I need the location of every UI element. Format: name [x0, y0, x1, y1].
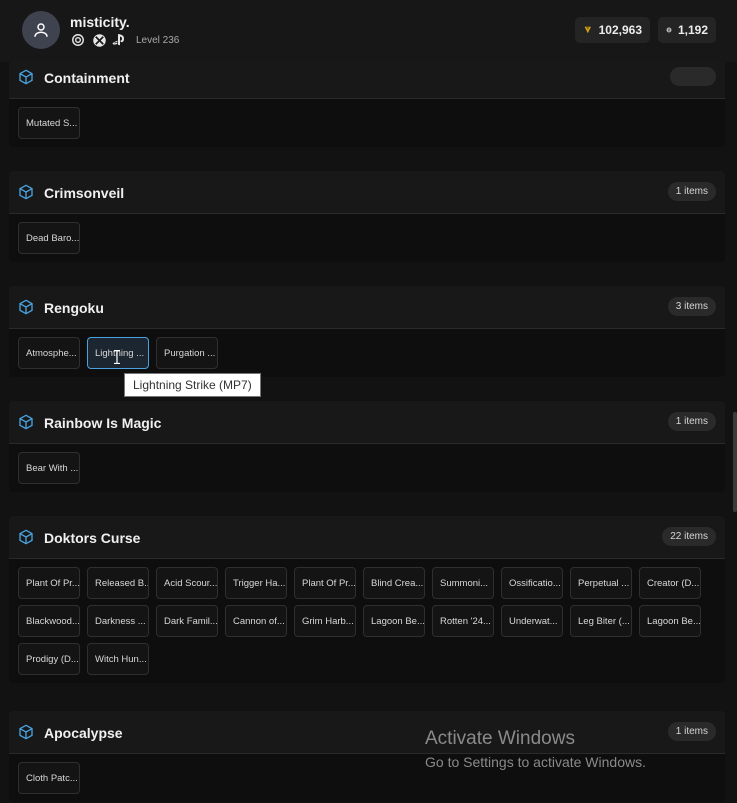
item-chip[interactable]: Summoni...: [432, 567, 494, 599]
item-count-badge: 1 items: [667, 412, 716, 431]
item-chip[interactable]: Dead Baro...: [18, 222, 80, 254]
item-chip[interactable]: Creator (D...: [639, 567, 701, 599]
item-count-badge: 3 items: [667, 297, 716, 316]
item-tooltip: Lightning Strike (MP7): [124, 373, 261, 397]
item-chip[interactable]: Mutated S...: [18, 107, 80, 139]
item-chip[interactable]: Rotten '24...: [432, 605, 494, 637]
section-title: Doktors Curse: [44, 530, 141, 546]
item-chip[interactable]: Bear With ...: [18, 452, 80, 484]
avatar[interactable]: [22, 11, 60, 49]
cube-icon: [19, 529, 33, 545]
section-title: Containment: [44, 70, 130, 86]
item-list: Dead Baro...: [9, 214, 725, 262]
item-chip[interactable]: Acid Scour...: [156, 567, 218, 599]
item-chip[interactable]: Lagoon Be...: [639, 605, 701, 637]
cube-icon: [19, 69, 33, 85]
item-chip[interactable]: Plant Of Pr...: [294, 567, 356, 599]
item-count-badge: [670, 67, 716, 86]
section-header[interactable]: Rengoku 3 items: [9, 286, 725, 329]
collection-section: Containment Mutated S...: [9, 56, 725, 147]
scrollbar[interactable]: [733, 412, 737, 512]
item-chip[interactable]: Underwat...: [501, 605, 563, 637]
currency-renown[interactable]: 102,963: [575, 17, 650, 43]
item-count-badge: 22 items: [662, 527, 716, 546]
collection-section: Rainbow Is Magic 1 items Bear With ...: [9, 401, 725, 492]
player-level: Level 236: [136, 34, 180, 46]
item-chip[interactable]: Leg Biter (...: [570, 605, 632, 637]
item-chip[interactable]: Released B...: [87, 567, 149, 599]
item-list: Mutated S...: [9, 99, 725, 147]
item-chip[interactable]: Blackwood...: [18, 605, 80, 637]
section-title: Apocalypse: [44, 725, 123, 741]
item-chip[interactable]: Plant Of Pr...: [18, 567, 80, 599]
watermark-subtitle: Go to Settings to activate Windows.: [425, 754, 646, 770]
windows-activation-watermark: Activate Windows Go to Settings to activ…: [425, 728, 646, 770]
item-chip[interactable]: Cloth Patc...: [18, 762, 80, 794]
playstation-icon: [112, 32, 128, 48]
page: misticity. Level 236 102,963 1,192 Conta…: [0, 0, 737, 803]
credits-amount: 1,192: [677, 23, 708, 37]
platform-list: Level 236: [70, 32, 179, 48]
item-count-badge: 1 items: [667, 182, 716, 201]
ubisoft-icon: [70, 32, 86, 48]
item-count-badge: 1 items: [667, 722, 716, 741]
item-chip[interactable]: Perpetual ...: [570, 567, 632, 599]
collection-section: Doktors Curse 22 items Plant Of Pr... Re…: [9, 516, 725, 683]
currency-credits[interactable]: 1,192: [658, 17, 716, 43]
collection-section: Crimsonveil 1 items Dead Baro...: [9, 171, 725, 262]
item-list: Bear With ...: [9, 444, 725, 492]
watermark-title: Activate Windows: [425, 728, 575, 749]
renown-amount: 102,963: [598, 23, 642, 37]
text-cursor-icon: [114, 350, 120, 364]
section-header[interactable]: Crimsonveil 1 items: [9, 171, 725, 214]
section-title: Rainbow Is Magic: [44, 415, 162, 431]
item-chip[interactable]: Prodigy (D...: [18, 643, 80, 675]
cube-icon: [19, 299, 33, 315]
item-chip[interactable]: Witch Hun...: [87, 643, 149, 675]
username: misticity.: [70, 14, 130, 30]
item-chip[interactable]: Ossificatio...: [501, 567, 563, 599]
item-chip[interactable]: Trigger Ha...: [225, 567, 287, 599]
item-chip[interactable]: Dark Famil...: [156, 605, 218, 637]
item-chip[interactable]: Atmosphe...: [18, 337, 80, 369]
credits-icon: [666, 27, 672, 33]
section-title: Rengoku: [44, 300, 104, 316]
item-list: Plant Of Pr... Released B... Acid Scour.…: [9, 559, 725, 683]
item-chip[interactable]: Cannon of...: [225, 605, 287, 637]
section-header[interactable]: Doktors Curse 22 items: [9, 516, 725, 559]
cube-icon: [19, 414, 33, 430]
xbox-icon: [91, 32, 107, 48]
item-chip[interactable]: Darkness ...: [87, 605, 149, 637]
section-title: Crimsonveil: [44, 185, 125, 201]
section-header[interactable]: Containment: [9, 56, 725, 99]
item-chip[interactable]: Lagoon Be...: [363, 605, 425, 637]
cube-icon: [19, 184, 33, 200]
item-chip[interactable]: Grim Harb...: [294, 605, 356, 637]
item-chip[interactable]: Purgation ...: [156, 337, 218, 369]
user-icon: [34, 23, 48, 37]
profile-header: misticity. Level 236 102,963 1,192: [0, 0, 737, 62]
section-header[interactable]: Rainbow Is Magic 1 items: [9, 401, 725, 444]
item-chip[interactable]: Blind Crea...: [363, 567, 425, 599]
renown-icon: [584, 26, 592, 34]
cube-icon: [19, 724, 33, 740]
